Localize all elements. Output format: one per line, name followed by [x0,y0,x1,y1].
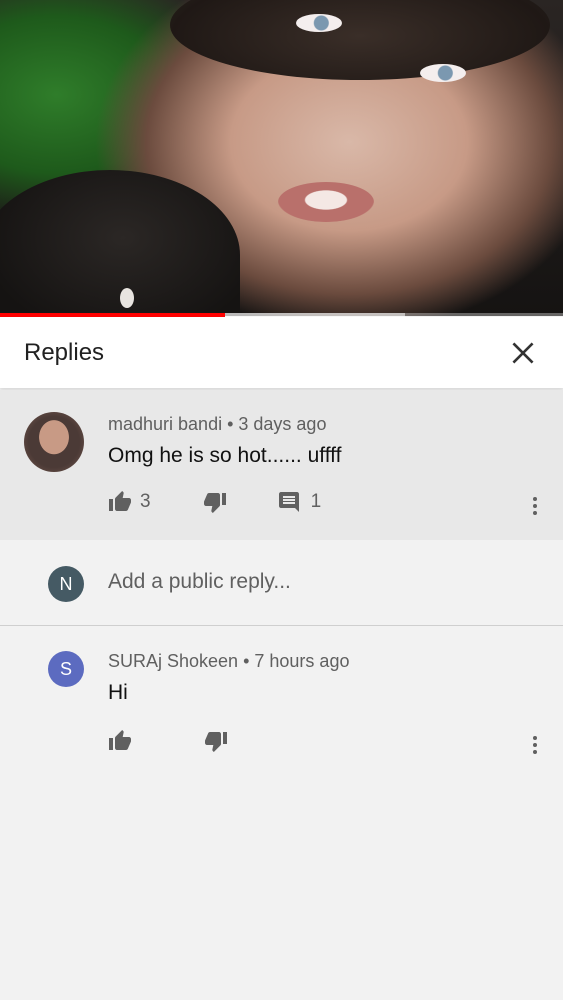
comment-meta: SURAj Shokeen • 7 hours ago [108,651,349,672]
avatar[interactable]: S [48,651,84,687]
video-frame-eye [296,14,342,32]
avatar-letter: N [59,573,73,594]
avatar[interactable] [24,412,84,472]
video-player[interactable] [0,0,563,316]
more-options-icon[interactable] [527,494,543,518]
parent-comment: madhuri bandi • 3 days ago Omg he is so … [0,390,563,540]
comment-text: Omg he is so hot...... uffff [108,444,342,467]
meta-separator: • [238,651,255,671]
comment-author[interactable]: SURAj Shokeen [108,651,238,671]
reply-input-row: N Add a public reply... [0,540,563,626]
reply-input[interactable]: Add a public reply... [108,570,291,594]
video-frame-hair [170,0,550,80]
close-button[interactable] [503,333,543,373]
comment-actions: 3 1 [108,490,321,514]
replies-header: Replies [0,317,563,388]
thumbs-up-icon [109,730,131,750]
comment-author[interactable]: madhuri bandi [108,414,222,434]
comment-icon [278,492,299,512]
more-options-icon[interactable] [527,733,543,757]
reply-count: 1 [310,491,322,512]
video-frame-mouth [278,182,374,222]
comment-time[interactable]: 7 hours ago [254,651,349,671]
comment-meta: madhuri bandi • 3 days ago [108,414,326,435]
comment-text: Hi [108,681,128,704]
meta-separator: • [222,414,239,434]
reply-comment: S SURAj Shokeen • 7 hours ago Hi [0,627,563,777]
page-title: Replies [24,338,105,366]
comment-time[interactable]: 3 days ago [238,414,326,434]
comment-actions [108,729,228,753]
like-button[interactable]: 3 [108,490,151,514]
dislike-button[interactable] [204,729,228,753]
avatar: N [48,566,84,602]
thumbs-up-icon [109,491,131,511]
dislike-button[interactable] [203,490,227,514]
reply-button[interactable]: 1 [277,490,322,514]
thumbs-down-icon [205,732,227,752]
avatar-letter: S [59,658,72,679]
thumbs-down-icon [203,493,226,513]
close-icon [512,341,534,364]
like-count: 3 [140,491,151,512]
video-frame-eye [420,64,466,82]
video-frame-button [120,288,134,308]
like-button[interactable] [108,729,132,753]
